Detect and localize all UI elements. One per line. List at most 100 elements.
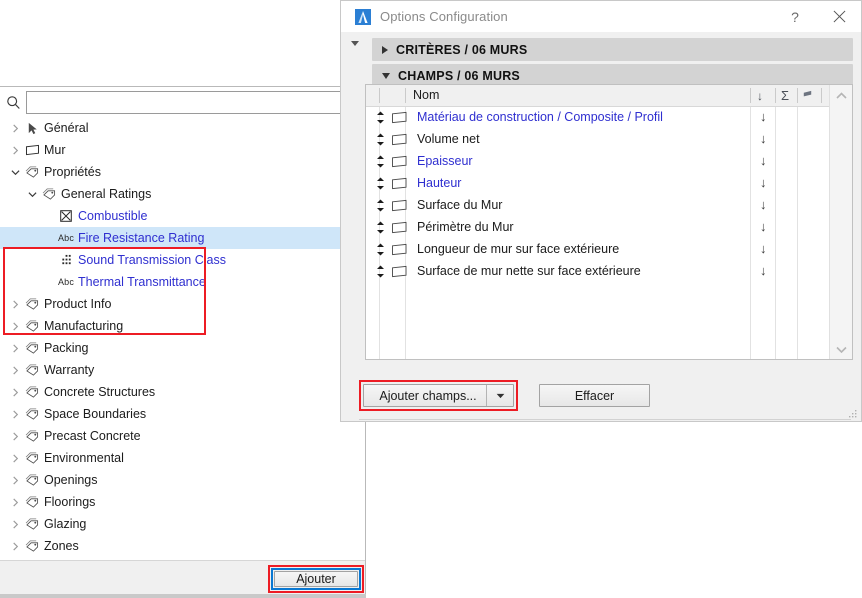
tree-item[interactable]: Glazing — [0, 513, 365, 535]
field-sort-direction-icon[interactable]: ↓ — [760, 263, 767, 278]
tree-item[interactable]: Abc Fire Resistance Rating — [0, 227, 365, 249]
tree-item[interactable]: Floorings — [0, 491, 365, 513]
chevron-right-icon[interactable] — [8, 519, 22, 529]
tree-item[interactable]: Zones — [0, 535, 365, 557]
section-criteres[interactable]: CRITÈRES / 06 MURS — [372, 38, 853, 61]
tree-item[interactable]: Propriétés — [0, 161, 365, 183]
field-visibility-checkbox[interactable] — [391, 221, 408, 234]
field-row[interactable]: Surface de mur nette sur face extérieure… — [366, 260, 830, 282]
tree-item[interactable]: Warranty — [0, 359, 365, 381]
field-visibility-checkbox[interactable] — [391, 265, 408, 278]
ajouter-button[interactable]: Ajouter — [274, 571, 358, 587]
field-visibility-checkbox[interactable] — [391, 177, 408, 190]
reorder-handle-icon[interactable] — [375, 111, 385, 124]
reorder-handle-icon[interactable] — [375, 221, 385, 234]
field-sort-direction-icon[interactable]: ↓ — [760, 197, 767, 212]
scroll-down-icon[interactable] — [830, 341, 852, 357]
tree-item[interactable]: Général — [0, 117, 365, 139]
field-row[interactable]: Epaisseur ↓ — [366, 150, 830, 172]
field-visibility-checkbox[interactable] — [391, 243, 408, 256]
reorder-handle-icon[interactable] — [375, 155, 385, 168]
chevron-right-icon[interactable] — [8, 123, 22, 133]
tags-icon — [22, 496, 42, 509]
tree-item[interactable]: Abc Thermal Transmittance — [0, 271, 365, 293]
flag-icon[interactable] — [798, 87, 816, 104]
chevron-right-icon[interactable] — [8, 343, 22, 353]
field-visibility-checkbox[interactable] — [391, 199, 408, 212]
field-sort-direction-icon[interactable]: ↓ — [760, 109, 767, 124]
sort-down-icon[interactable]: ↓ — [751, 87, 769, 104]
field-sort-direction-icon[interactable]: ↓ — [760, 241, 767, 256]
field-sort-direction-icon[interactable]: ↓ — [760, 219, 767, 234]
tree-item[interactable]: Mur — [0, 139, 365, 161]
chevron-down-icon[interactable] — [25, 191, 39, 198]
chevron-right-icon[interactable] — [8, 475, 22, 485]
chevron-right-icon[interactable] — [8, 145, 22, 155]
tree-item[interactable]: Space Boundaries — [0, 403, 365, 425]
search-bar — [0, 87, 365, 117]
dialog-title-bar: Options Configuration ? — [341, 1, 861, 33]
field-row[interactable]: Longueur de mur sur face extérieure ↓ — [366, 238, 830, 260]
field-name: Hauteur — [417, 176, 462, 190]
chevron-right-icon[interactable] — [8, 431, 22, 441]
chevron-right-icon[interactable] — [8, 365, 22, 375]
tree-item-label: Thermal Transmittance — [78, 275, 206, 289]
tags-icon — [39, 188, 59, 201]
chevron-right-icon[interactable] — [8, 387, 22, 397]
chevron-down-icon[interactable] — [487, 393, 513, 399]
scroll-up-icon[interactable] — [830, 87, 852, 103]
tree-item[interactable]: Openings — [0, 469, 365, 491]
help-button[interactable]: ? — [773, 2, 817, 32]
chevron-right-icon[interactable] — [8, 299, 22, 309]
checkbox-x-icon — [56, 210, 76, 222]
reorder-handle-icon[interactable] — [375, 243, 385, 256]
tree-item[interactable]: Packing — [0, 337, 365, 359]
chevron-right-icon[interactable] — [8, 497, 22, 507]
field-sort-direction-icon[interactable]: ↓ — [760, 131, 767, 146]
chevron-right-icon[interactable] — [8, 409, 22, 419]
reorder-handle-icon[interactable] — [375, 199, 385, 212]
chevron-right-icon[interactable] — [8, 541, 22, 551]
collapse-all-icon[interactable] — [349, 38, 361, 50]
clear-button[interactable]: Effacer — [539, 384, 650, 407]
chevron-right-icon[interactable] — [8, 321, 22, 331]
section-champs-label: CHAMPS / 06 MURS — [398, 68, 520, 83]
search-input[interactable] — [26, 90, 357, 114]
chevron-down-icon[interactable] — [8, 169, 22, 176]
resize-grip[interactable] — [848, 409, 857, 418]
field-visibility-checkbox[interactable] — [391, 111, 408, 124]
reorder-handle-icon[interactable] — [375, 133, 385, 146]
tree-item[interactable]: Combustible — [0, 205, 365, 227]
field-sort-direction-icon[interactable]: ↓ — [760, 153, 767, 168]
fields-rows-container[interactable]: Matériau de construction / Composite / P… — [366, 106, 830, 359]
field-sort-direction-icon[interactable]: ↓ — [760, 175, 767, 190]
field-visibility-checkbox[interactable] — [391, 155, 408, 168]
sum-sigma-icon[interactable]: Σ — [776, 87, 794, 104]
tags-icon — [22, 430, 42, 443]
tree-item[interactable]: Concrete Structures — [0, 381, 365, 403]
field-name: Matériau de construction / Composite / P… — [417, 110, 663, 124]
tags-icon — [22, 166, 42, 179]
add-fields-button[interactable]: Ajouter champs... — [363, 384, 514, 407]
field-row[interactable]: Périmètre du Mur ↓ — [366, 216, 830, 238]
tree-item[interactable]: Environmental — [0, 447, 365, 469]
field-row[interactable]: Surface du Mur ↓ — [366, 194, 830, 216]
field-row[interactable]: Volume net ↓ — [366, 128, 830, 150]
fields-scrollbar[interactable] — [829, 85, 852, 359]
tree-item-label: Combustible — [78, 209, 148, 223]
property-tree[interactable]: Général Mur Propriétés General Ratings Combu… — [0, 117, 365, 561]
close-icon[interactable] — [817, 2, 861, 32]
tree-item[interactable]: Sound Transmission Class — [0, 249, 365, 271]
field-visibility-checkbox[interactable] — [391, 133, 408, 146]
column-header-nom[interactable]: Nom — [413, 88, 439, 102]
tree-item[interactable]: General Ratings — [0, 183, 365, 205]
tree-item[interactable]: Product Info — [0, 293, 365, 315]
tree-item[interactable]: Manufacturing — [0, 315, 365, 337]
tags-icon — [22, 452, 42, 465]
chevron-right-icon[interactable] — [8, 453, 22, 463]
reorder-handle-icon[interactable] — [375, 177, 385, 190]
reorder-handle-icon[interactable] — [375, 265, 385, 278]
field-row[interactable]: Matériau de construction / Composite / P… — [366, 106, 830, 128]
tree-item[interactable]: Precast Concrete — [0, 425, 365, 447]
field-row[interactable]: Hauteur ↓ — [366, 172, 830, 194]
